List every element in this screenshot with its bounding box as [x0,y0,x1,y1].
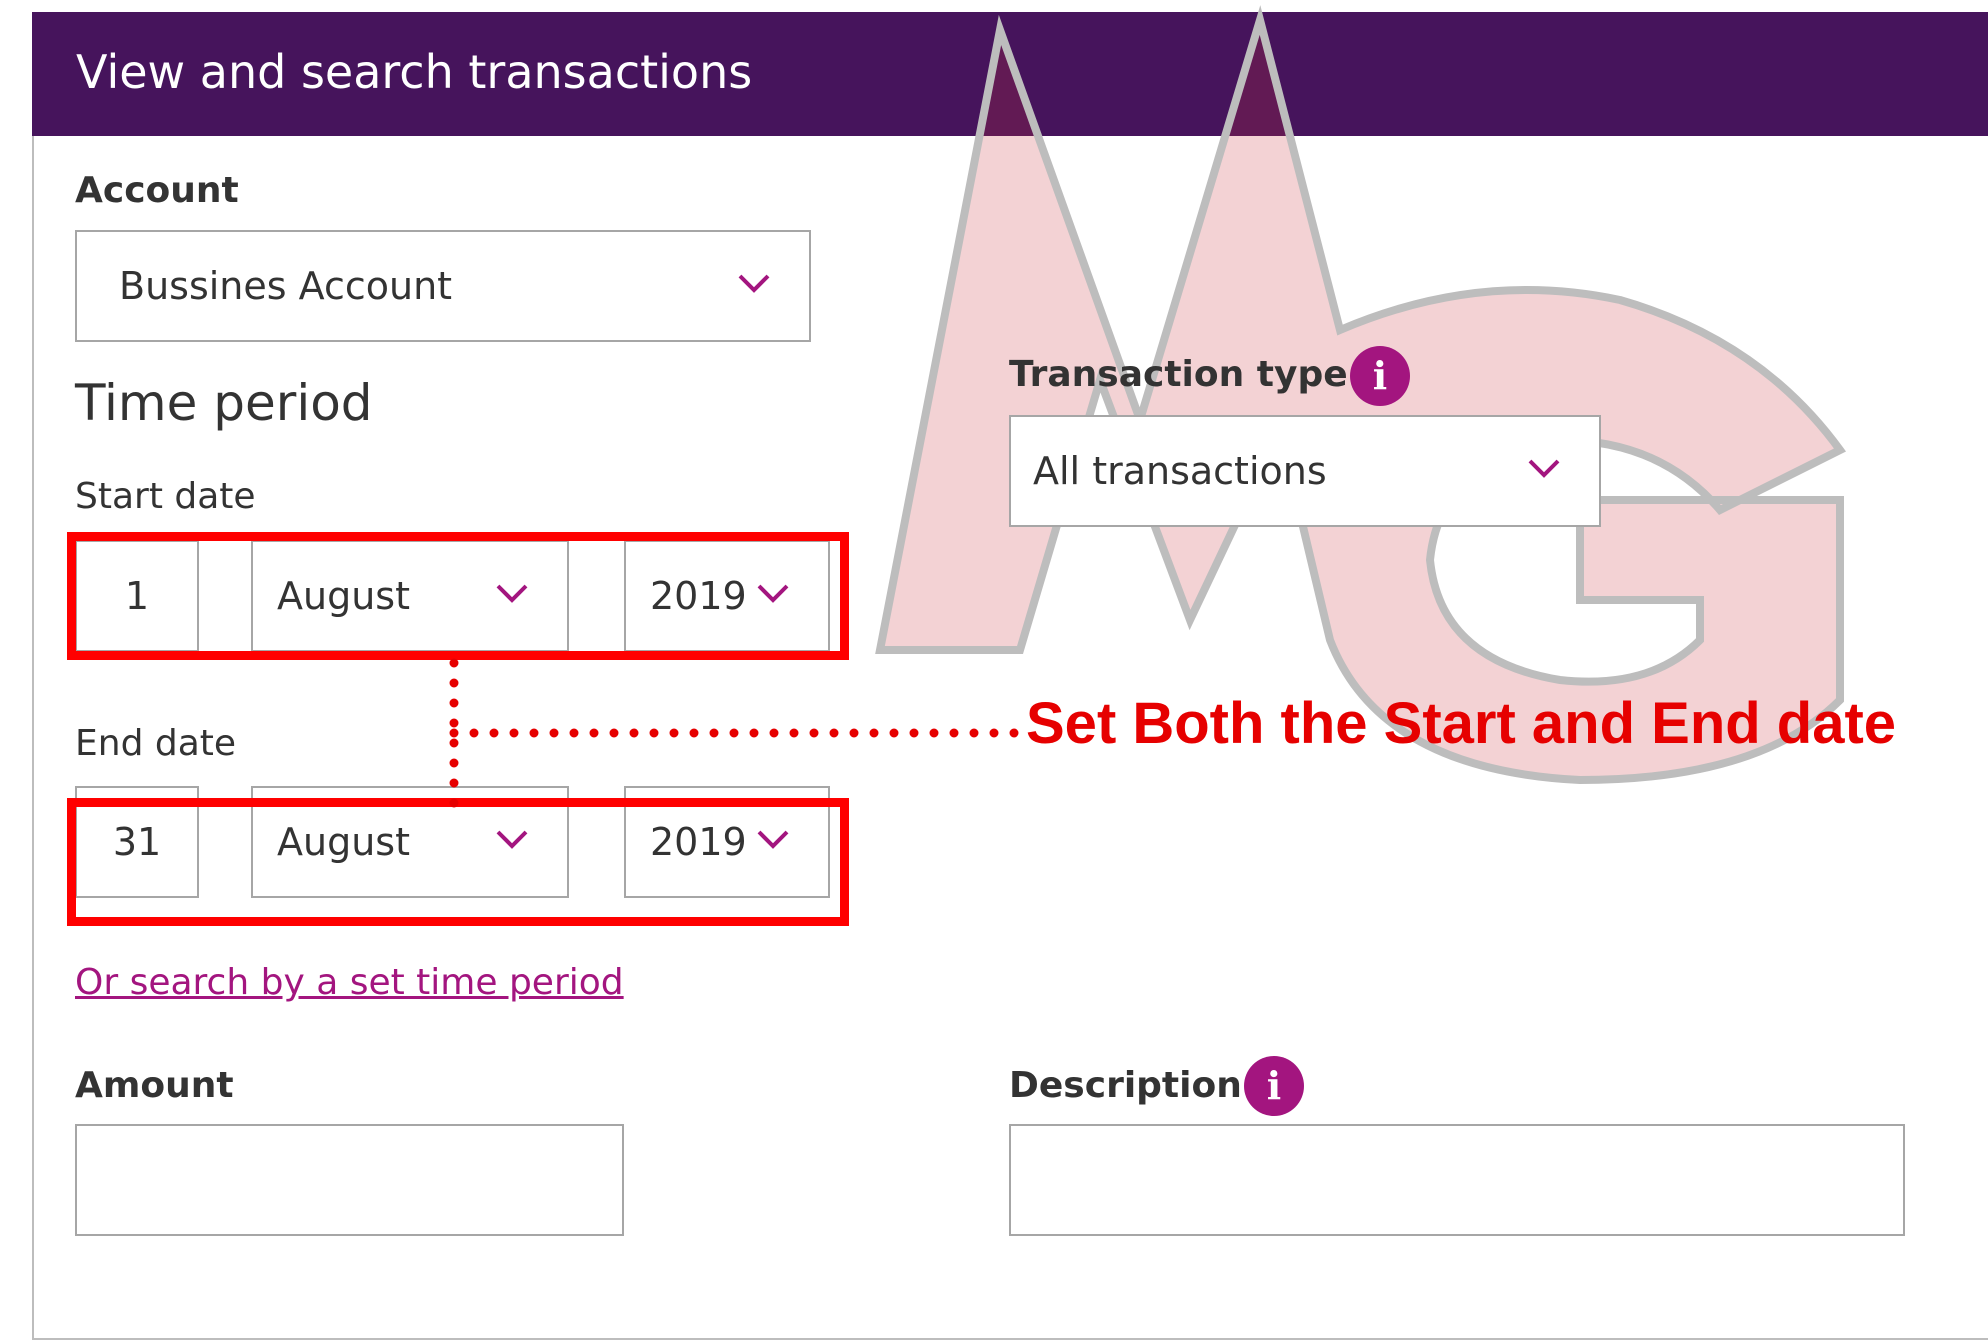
start-date-label: Start date [75,476,256,517]
start-date-highlight-box [67,532,849,660]
info-icon[interactable]: i [1244,1056,1304,1116]
account-select[interactable]: Bussines Account [75,230,811,342]
amount-input[interactable] [75,1124,624,1236]
chevron-down-icon [1528,459,1560,478]
page-title: View and search transactions [76,45,753,99]
time-period-heading: Time period [75,374,373,432]
account-label: Account [75,170,239,211]
info-icon[interactable]: i [1350,346,1410,406]
description-input[interactable] [1009,1124,1905,1236]
transaction-type-value: All transactions [1033,449,1327,493]
annotation-text: Set Both the Start and End date [1026,691,1897,756]
set-time-period-link[interactable]: Or search by a set time period [75,962,624,1003]
transaction-type-label: Transaction type [1009,354,1348,395]
amount-label: Amount [75,1065,234,1106]
annotation-connector [449,658,1037,822]
panel-header: View and search transactions [32,12,1988,136]
transaction-type-select[interactable]: All transactions [1009,415,1601,527]
chevron-down-icon [738,274,770,293]
account-select-value: Bussines Account [119,264,453,308]
description-label: Description [1009,1065,1242,1106]
end-date-label: End date [75,723,237,764]
